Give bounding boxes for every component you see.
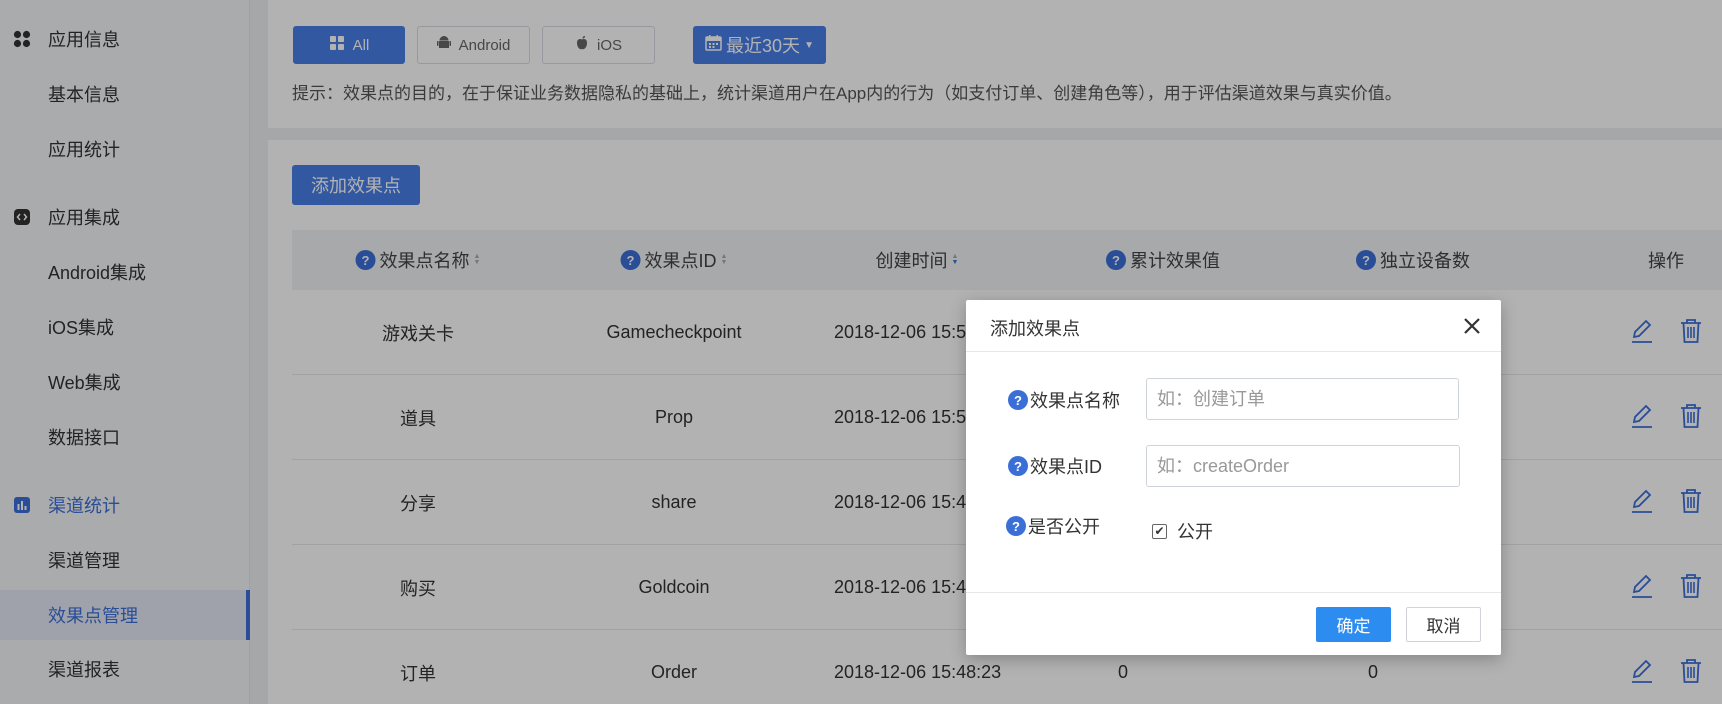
field-label-name: ? 效果点名称 [1008, 387, 1120, 413]
dialog-footer: 确定 取消 [966, 592, 1501, 655]
add-effect-point-dialog: 添加效果点 ? 效果点名称 ? 效果点ID ? 是否公开 ✔ 公开 确定 取消 [966, 300, 1501, 655]
confirm-button[interactable]: 确定 [1316, 607, 1391, 642]
field-label-public: ? 是否公开 [1006, 513, 1100, 539]
dialog-title: 添加效果点 [990, 319, 1080, 339]
checkbox-checked-icon[interactable]: ✔ [1152, 523, 1167, 539]
help-icon[interactable]: ? [1006, 516, 1026, 536]
field-label-text: 效果点ID [1030, 457, 1102, 477]
close-icon[interactable] [1461, 315, 1483, 337]
checkbox-label: 公开 [1177, 522, 1213, 542]
help-icon[interactable]: ? [1008, 390, 1028, 410]
field-label-text: 效果点名称 [1030, 391, 1120, 411]
cancel-button[interactable]: 取消 [1406, 607, 1481, 642]
field-label-text: 是否公开 [1028, 517, 1100, 537]
field-label-id: ? 效果点ID [1008, 453, 1102, 479]
help-icon[interactable]: ? [1008, 456, 1028, 476]
effect-point-id-input[interactable] [1146, 445, 1460, 487]
dialog-header: 添加效果点 [966, 300, 1501, 352]
public-checkbox[interactable]: ✔ 公开 [1152, 518, 1213, 544]
effect-point-name-input[interactable] [1146, 378, 1459, 420]
